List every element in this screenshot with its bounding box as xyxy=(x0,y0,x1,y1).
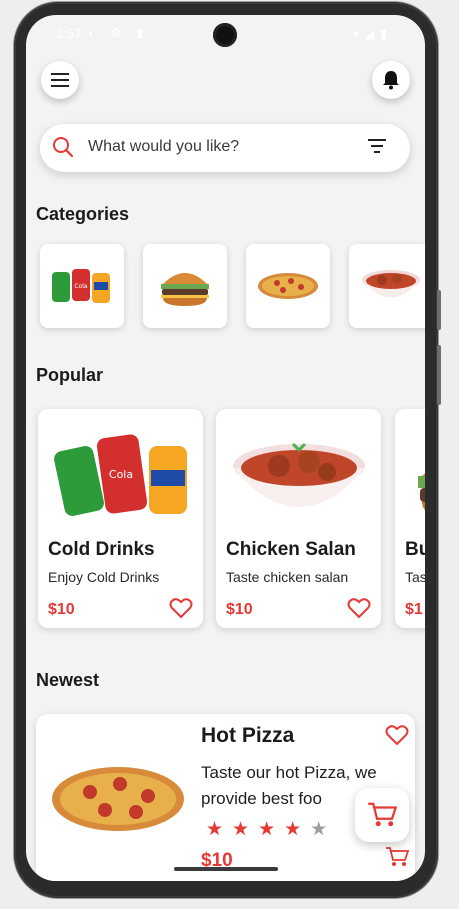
product-description: Enjoy Cold Drinks xyxy=(48,569,160,585)
svg-text:Cola: Cola xyxy=(108,468,132,481)
search-bar[interactable]: What would you like? xyxy=(40,124,410,172)
pizza-icon xyxy=(52,767,184,831)
star-icon: ★ xyxy=(232,819,259,840)
star-icon: ★ xyxy=(284,819,311,840)
product-price: $10 xyxy=(48,601,75,618)
product-price: $1 xyxy=(405,601,423,618)
menu-button[interactable] xyxy=(41,61,79,99)
menu-icon xyxy=(51,73,69,87)
burger-icon xyxy=(417,473,425,511)
soda-cans-icon: Cola xyxy=(53,434,187,516)
category-curry[interactable] xyxy=(349,244,425,328)
product-description: Taste chicken salan xyxy=(226,569,349,585)
cart-button[interactable] xyxy=(355,788,409,842)
cart-icon xyxy=(368,802,397,827)
svg-text:Cola: Cola xyxy=(74,283,88,290)
product-name: Hot Pizza xyxy=(201,724,295,747)
home-indicator[interactable] xyxy=(174,867,278,871)
pizza-icon xyxy=(258,273,318,299)
popular-item-burger[interactable]: Bu Tas $1 xyxy=(395,409,425,628)
categories-title: Categories xyxy=(36,204,130,224)
power-button xyxy=(437,290,441,330)
category-drinks[interactable]: Cola xyxy=(40,244,124,328)
star-empty-icon: ★ xyxy=(310,819,337,840)
search-icon xyxy=(53,137,74,158)
product-image xyxy=(216,417,381,535)
status-time: 3:57 xyxy=(56,26,82,41)
product-image xyxy=(395,417,425,535)
popular-item-chicken-salan[interactable]: Chicken Salan Taste chicken salan $10 xyxy=(216,409,381,628)
product-name: Bu xyxy=(405,539,425,560)
product-name: Chicken Salan xyxy=(226,539,356,560)
filter-icon[interactable] xyxy=(368,139,386,153)
category-burger[interactable] xyxy=(143,244,227,328)
newest-title: Newest xyxy=(36,670,100,690)
app-screen: 3:57 ◐ ⚙ ▮ ▾◢▮ What would you like? Cate… xyxy=(26,15,425,881)
notifications-button[interactable] xyxy=(372,61,410,99)
rating-stars: ★★★★★ xyxy=(206,818,336,841)
star-icon: ★ xyxy=(258,819,285,840)
search-input[interactable]: What would you like? xyxy=(88,138,239,156)
star-icon: ★ xyxy=(206,819,233,840)
product-description: Tas xyxy=(405,569,425,585)
product-image: Cola xyxy=(38,417,203,535)
curry-bowl-icon xyxy=(362,270,420,298)
bell-icon xyxy=(383,71,399,90)
volume-button xyxy=(437,345,441,405)
heart-icon[interactable] xyxy=(347,597,371,619)
category-pizza[interactable] xyxy=(246,244,330,328)
product-price: $10 xyxy=(226,601,253,618)
front-camera xyxy=(213,23,237,47)
heart-icon[interactable] xyxy=(169,597,193,619)
popular-item-cold-drinks[interactable]: Cola Cold Drinks Enjoy Cold Drinks $10 xyxy=(38,409,203,628)
cart-icon[interactable] xyxy=(385,846,409,868)
heart-icon[interactable] xyxy=(385,724,409,746)
product-name: Cold Drinks xyxy=(48,539,155,560)
status-left-icons: ◐ ⚙ ▮ xyxy=(88,26,150,40)
curry-bowl-icon xyxy=(232,442,365,507)
status-right-icons: ▾◢▮ xyxy=(353,27,393,41)
popular-title: Popular xyxy=(36,365,104,385)
soda-cans-icon: Cola xyxy=(52,269,110,303)
product-description: Taste our hot Pizza, we provide best foo xyxy=(201,763,377,808)
burger-icon xyxy=(161,273,209,306)
